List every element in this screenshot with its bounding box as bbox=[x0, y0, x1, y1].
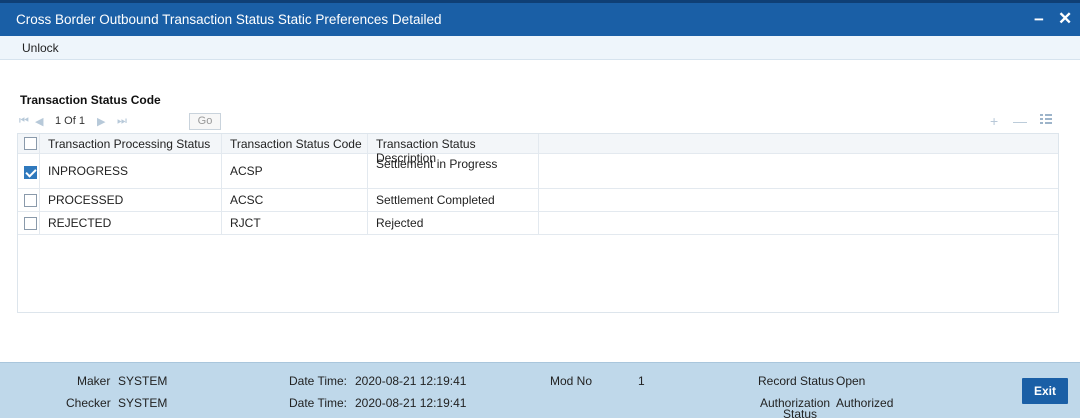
row-checkbox[interactable] bbox=[24, 217, 37, 230]
previous-page-icon[interactable]: ◀ bbox=[35, 115, 43, 128]
go-button[interactable]: Go bbox=[189, 113, 221, 130]
processing-status-cell: REJECTED bbox=[48, 216, 112, 230]
select-all-checkbox[interactable] bbox=[24, 137, 37, 150]
unlock-button[interactable]: Unlock bbox=[22, 41, 59, 55]
last-page-icon[interactable]: ⏭ bbox=[117, 115, 127, 128]
record-status-label: Record Status bbox=[758, 374, 835, 388]
window-titlebar: Cross Border Outbound Transaction Status… bbox=[0, 0, 1080, 36]
next-page-icon[interactable]: ▶ bbox=[97, 115, 105, 128]
status-code-cell: ACSC bbox=[230, 193, 264, 207]
checker-value: SYSTEM bbox=[118, 396, 168, 410]
table-row[interactable]: REJECTED RJCT Rejected bbox=[18, 212, 1058, 235]
first-page-icon[interactable]: ⏮ bbox=[19, 115, 29, 128]
page-info: 1 Of 1 bbox=[55, 115, 85, 127]
exit-button[interactable]: Exit bbox=[1022, 378, 1068, 404]
column-header-status-code[interactable]: Transaction Status Code bbox=[230, 137, 362, 151]
table-header: Transaction Processing Status Transactio… bbox=[18, 134, 1058, 165]
column-header-processing-status[interactable]: Transaction Processing Status bbox=[48, 137, 210, 151]
audit-footer: Maker SYSTEM Checker SYSTEM Date Time: 2… bbox=[0, 362, 1080, 418]
table-row[interactable]: INPROGRESS ACSP Settlement in Progress bbox=[18, 154, 1058, 189]
row-checkbox[interactable] bbox=[24, 194, 37, 207]
close-icon[interactable]: ✕ bbox=[1058, 9, 1072, 29]
section-title: Transaction Status Code bbox=[20, 93, 161, 107]
row-checkbox[interactable] bbox=[24, 166, 37, 179]
delete-row-icon[interactable]: — bbox=[1013, 113, 1027, 129]
status-description-cell: Rejected bbox=[376, 216, 424, 230]
add-row-icon[interactable]: + bbox=[990, 113, 998, 129]
maker-datetime-value: 2020-08-21 12:19:41 bbox=[355, 374, 467, 388]
maker-value: SYSTEM bbox=[118, 374, 168, 388]
authorization-status-value: Authorized bbox=[836, 396, 894, 410]
status-code-cell: RJCT bbox=[230, 216, 261, 230]
record-status-value: Open bbox=[836, 374, 866, 388]
mod-no-value: 1 bbox=[638, 374, 645, 388]
checker-datetime-label: Date Time: bbox=[289, 396, 348, 410]
maker-label: Maker bbox=[77, 374, 111, 388]
minimize-icon[interactable]: − bbox=[1034, 10, 1044, 30]
checker-label: Checker bbox=[66, 396, 111, 410]
checker-datetime-value: 2020-08-21 12:19:41 bbox=[355, 396, 467, 410]
transaction-status-grid: Transaction Processing Status Transactio… bbox=[17, 133, 1059, 313]
toolbar: Unlock bbox=[0, 36, 1080, 60]
mod-no-label: Mod No bbox=[550, 374, 593, 388]
status-code-cell: ACSP bbox=[230, 164, 263, 178]
processing-status-cell: INPROGRESS bbox=[48, 164, 129, 178]
table-row[interactable]: PROCESSED ACSC Settlement Completed bbox=[18, 189, 1058, 212]
processing-status-cell: PROCESSED bbox=[48, 193, 124, 207]
status-description-cell: Settlement in Progress bbox=[376, 157, 498, 171]
maker-datetime-label: Date Time: bbox=[289, 374, 348, 388]
authorization-status-label-line2: Status bbox=[783, 407, 818, 418]
grid-pager: ⏮ ◀ 1 Of 1 ▶ ⏭ Go + — bbox=[17, 112, 1059, 132]
window-title: Cross Border Outbound Transaction Status… bbox=[16, 12, 442, 27]
status-description-cell: Settlement Completed bbox=[376, 193, 495, 207]
columns-icon[interactable] bbox=[1039, 112, 1053, 126]
